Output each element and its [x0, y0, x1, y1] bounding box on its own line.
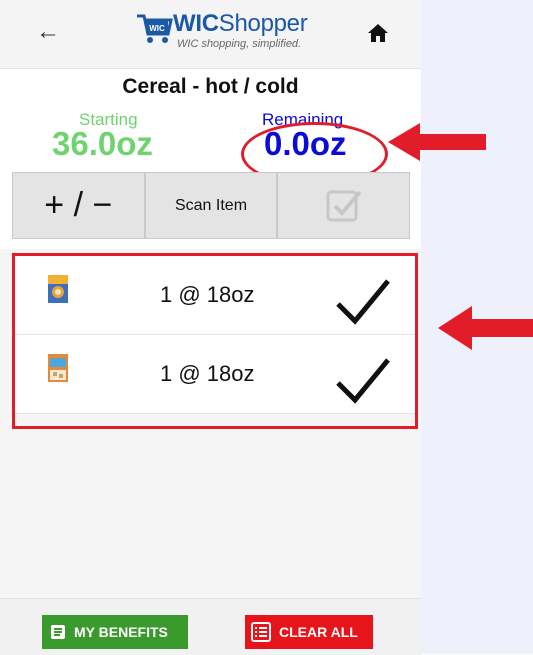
list-highlight-box: [12, 253, 418, 429]
cart-icon: WIC: [137, 14, 173, 43]
category-title: Cereal - hot / cold: [122, 75, 299, 98]
clear-all-button[interactable]: CLEAR ALL: [245, 615, 373, 649]
logo-badge: WIC: [149, 24, 165, 33]
starting-value: 36.0oz: [52, 125, 153, 162]
my-benefits-label: MY BENEFITS: [74, 624, 168, 640]
checkbox-icon: [326, 190, 362, 221]
annotation-arrow-list: [438, 306, 533, 350]
back-arrow-icon[interactable]: ←: [36, 18, 60, 46]
logo-title: WICShopper: [173, 10, 308, 37]
app-screen: ← WIC WICShopper WIC shopping, simplifie…: [0, 0, 421, 655]
confirm-button[interactable]: [277, 172, 411, 239]
wicshopper-logo: WIC WICShopper WIC shopping, simplified.: [135, 8, 315, 56]
document-icon: [51, 625, 65, 639]
plus-minus-button[interactable]: + / −: [12, 172, 145, 239]
my-benefits-button[interactable]: MY BENEFITS: [42, 615, 188, 649]
clear-all-label: CLEAR ALL: [279, 624, 358, 640]
logo-tagline: WIC shopping, simplified.: [177, 38, 302, 50]
action-button-row: + / − Scan Item: [12, 172, 411, 239]
list-icon: [251, 622, 271, 642]
footer-bar: MY BENEFITS CLEAR ALL: [0, 598, 421, 655]
app-header: ← WIC WICShopper WIC shopping, simplifie…: [0, 0, 421, 69]
home-icon[interactable]: [367, 22, 389, 44]
scan-item-button[interactable]: Scan Item: [144, 172, 278, 239]
annotation-arrow-remaining: [388, 123, 486, 161]
